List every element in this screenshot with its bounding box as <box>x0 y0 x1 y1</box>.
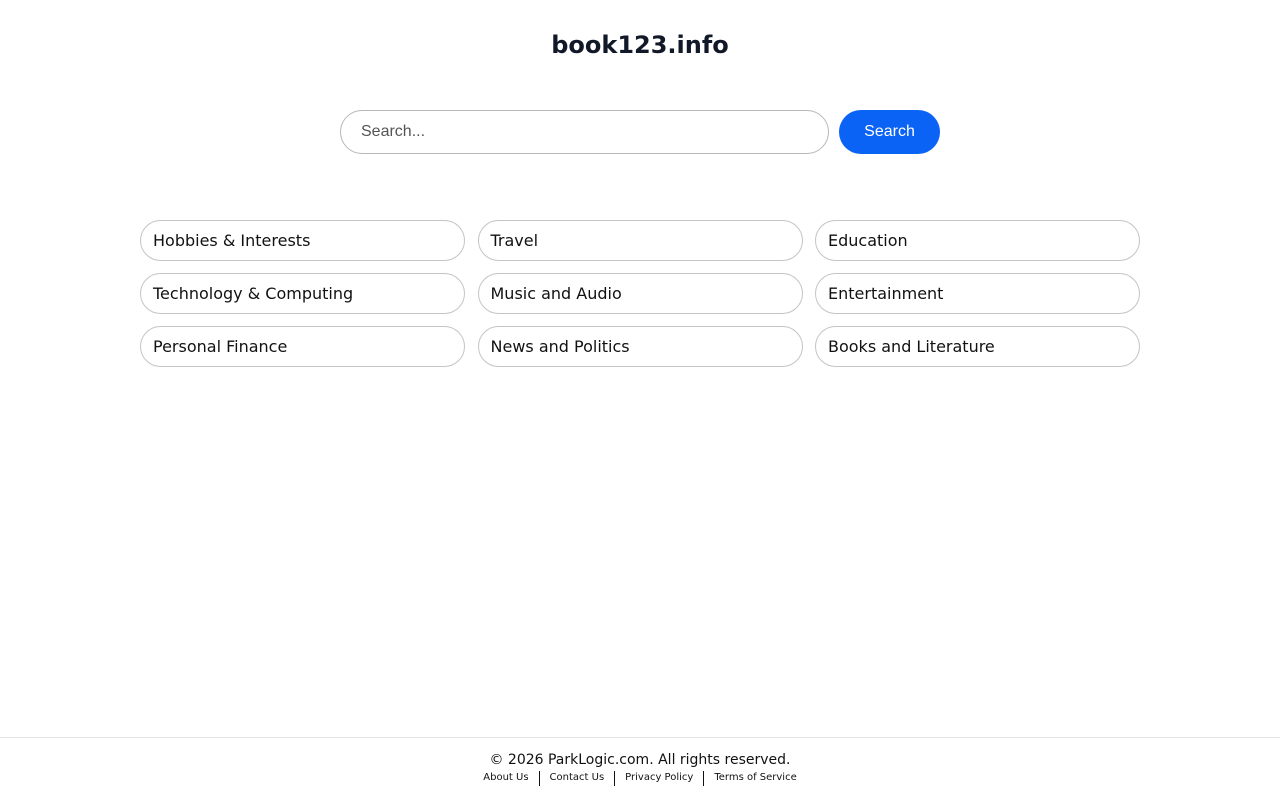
search-input[interactable] <box>340 110 829 154</box>
category-grid: Hobbies & Interests Travel Education Tec… <box>140 220 1140 367</box>
copyright-text: © 2026 ParkLogic.com. All rights reserve… <box>489 752 791 768</box>
site-title: book123.info <box>551 31 729 59</box>
footer: © 2026 ParkLogic.com. All rights reserve… <box>0 737 1280 800</box>
category-link-hobbies-interests[interactable]: Hobbies & Interests <box>140 220 465 261</box>
category-link-entertainment[interactable]: Entertainment <box>815 273 1140 314</box>
footer-link-contact-us[interactable]: Contact Us <box>540 770 615 786</box>
search-form: Search <box>340 110 940 154</box>
footer-link-about-us[interactable]: About Us <box>473 770 538 786</box>
category-link-news-politics[interactable]: News and Politics <box>477 326 803 367</box>
search-button[interactable]: Search <box>839 110 940 154</box>
category-link-travel[interactable]: Travel <box>477 220 803 261</box>
page: book123.info Search Hobbies & Interests … <box>0 0 1280 800</box>
category-link-music-audio[interactable]: Music and Audio <box>477 273 803 314</box>
category-link-books-literature[interactable]: Books and Literature <box>815 326 1140 367</box>
category-link-education[interactable]: Education <box>815 220 1140 261</box>
footer-link-terms-of-service[interactable]: Terms of Service <box>704 770 806 786</box>
footer-link-privacy-policy[interactable]: Privacy Policy <box>615 770 703 786</box>
footer-links: About Us Contact Us Privacy Policy Terms… <box>0 770 1280 786</box>
category-link-technology-computing[interactable]: Technology & Computing <box>140 273 465 314</box>
category-link-personal-finance[interactable]: Personal Finance <box>140 326 465 367</box>
